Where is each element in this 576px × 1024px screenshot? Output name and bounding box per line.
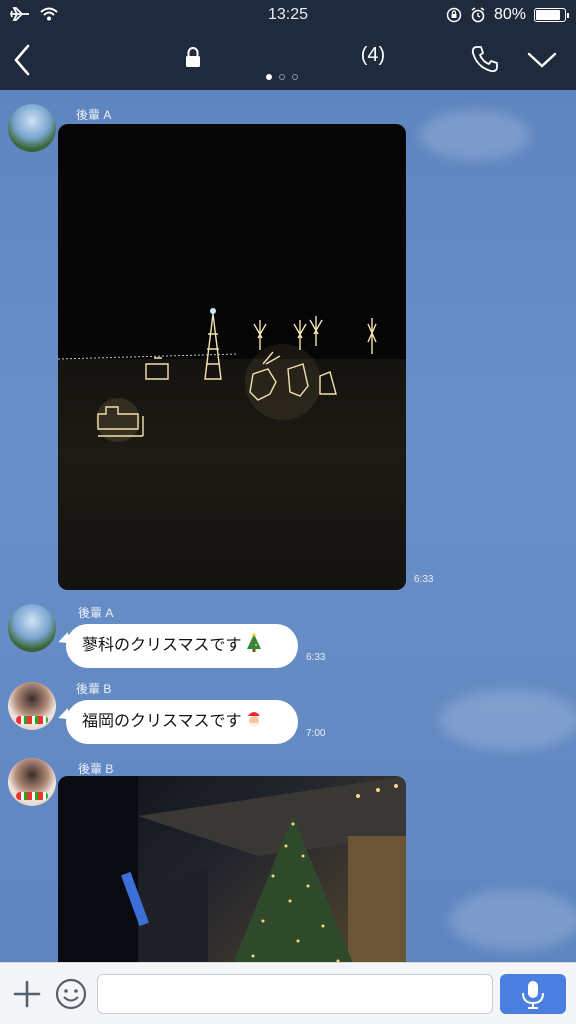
avatar[interactable] (8, 682, 56, 730)
alarm-icon (471, 7, 485, 23)
message-text: 福岡のクリスマスです (82, 713, 242, 730)
page-indicator (266, 74, 298, 80)
christmas-lights-image (58, 308, 377, 442)
message-bubble[interactable]: 蓼科のクリスマスです (66, 624, 298, 668)
message-time: 7:00 (306, 728, 326, 739)
photo-message[interactable] (58, 776, 406, 962)
status-bar: 13:25 80% (0, 0, 576, 30)
battery-icon (534, 8, 569, 22)
message-time: 6:33 (306, 652, 326, 663)
back-arrow-icon[interactable] (8, 42, 36, 78)
message-input[interactable] (97, 974, 493, 1014)
page-dot (266, 74, 272, 80)
lock-icon (186, 47, 200, 67)
sender-name: 後輩 B (76, 682, 112, 696)
sender-name: 後輩 A (78, 606, 114, 620)
sender-name: 後輩 B (78, 762, 114, 776)
message-time: 6:33 (414, 574, 434, 585)
chevron-down-icon[interactable] (526, 48, 558, 72)
rotation-lock-icon (446, 7, 462, 23)
avatar[interactable] (8, 104, 56, 152)
sender-name: 後輩 A (76, 108, 112, 122)
emoji-icon[interactable] (54, 977, 88, 1011)
background-cloud (440, 690, 576, 750)
phone-call-icon[interactable] (470, 44, 500, 74)
chat-area[interactable]: 後輩 A 6:33 後輩 A 蓼科のクリスマスです 6:33 後輩 B 福岡のク… (0, 90, 576, 962)
message-text: 蓼科のクリスマスです (82, 637, 242, 654)
background-cloud (450, 890, 576, 950)
battery-percent: 80% (493, 6, 526, 23)
avatar[interactable] (8, 758, 56, 806)
member-count[interactable]: (4) (340, 44, 406, 67)
christmas-tree-photo (58, 776, 406, 962)
photo-message[interactable] (58, 124, 406, 590)
plus-icon[interactable] (12, 979, 42, 1009)
battery-level (536, 10, 560, 20)
santa-face-icon (246, 712, 263, 726)
top-bar: 13:25 80% (4) (0, 0, 576, 90)
christmas-tree-icon (246, 633, 261, 652)
page-dot (292, 74, 298, 80)
message-bubble[interactable]: 福岡のクリスマスです (66, 700, 298, 744)
message-input-bar (0, 962, 576, 1024)
page-dot (279, 74, 285, 80)
chat-header: (4) (0, 30, 576, 90)
voice-button[interactable] (500, 974, 566, 1014)
microphone-icon (522, 981, 544, 1009)
background-cloud (420, 110, 530, 160)
avatar[interactable] (8, 604, 56, 652)
